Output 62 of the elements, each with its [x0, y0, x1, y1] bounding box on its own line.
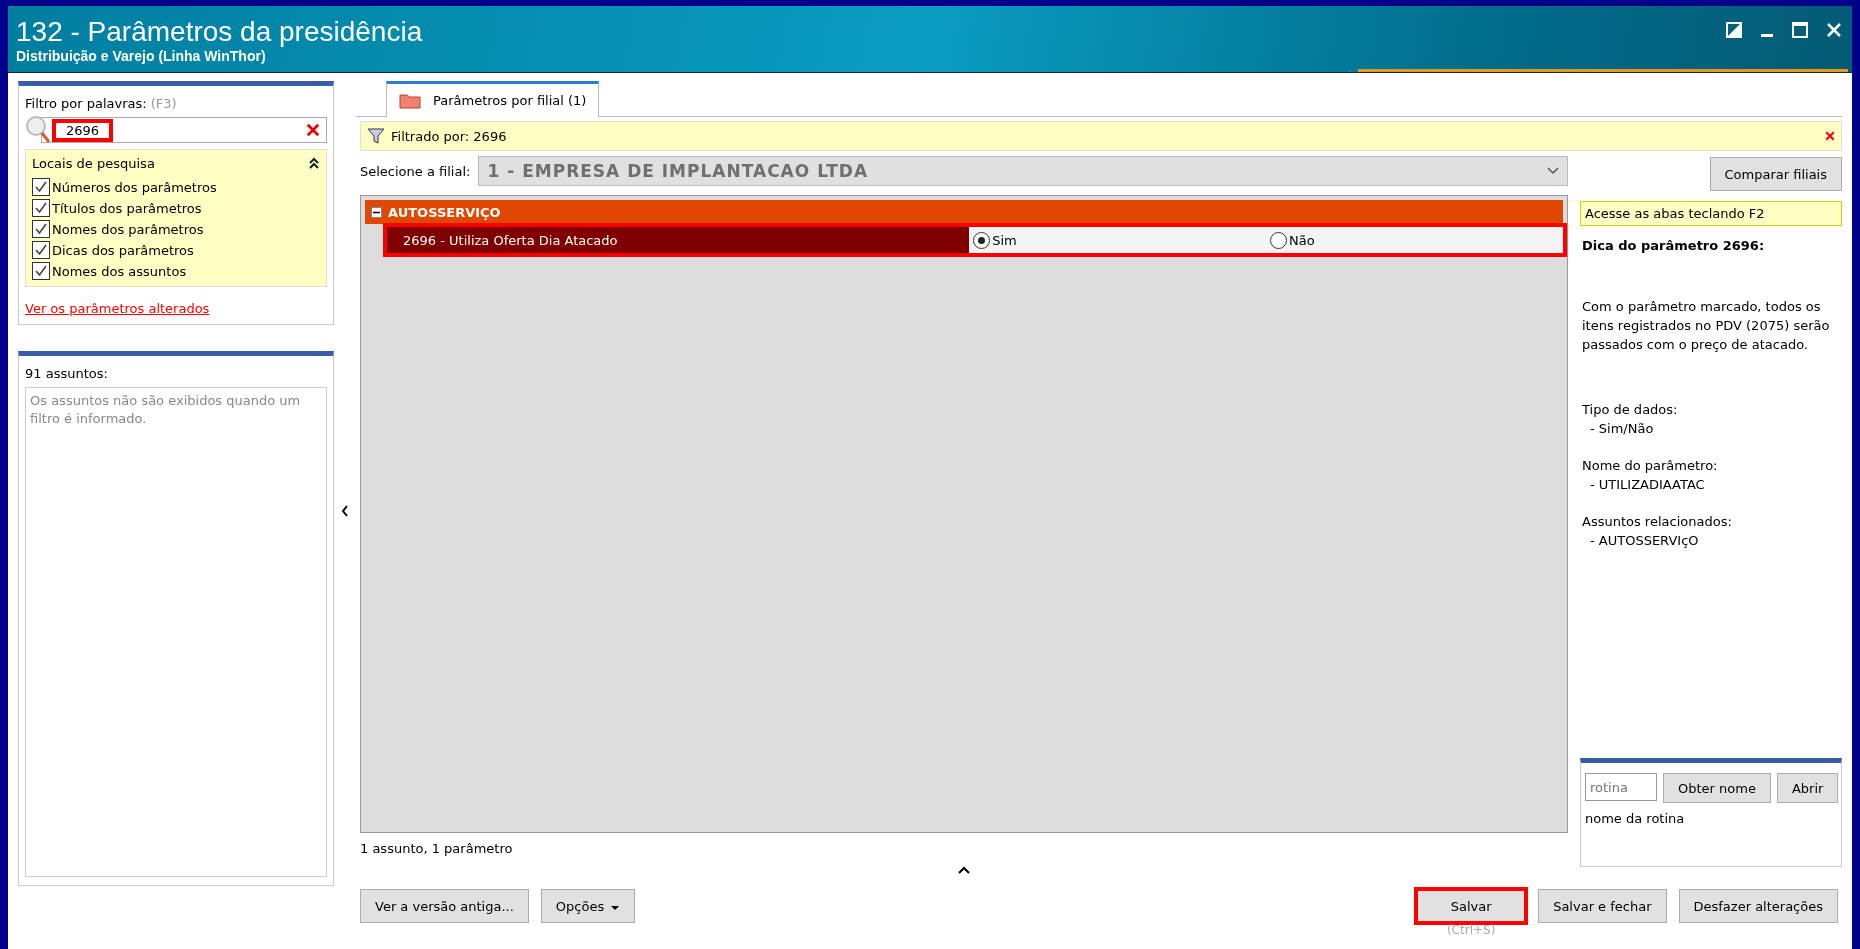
clear-icon[interactable]	[1825, 131, 1835, 141]
checkbox[interactable]	[32, 199, 50, 217]
footer-button[interactable]: Salvar e fechar	[1538, 889, 1667, 923]
routine-button[interactable]: Abrir	[1776, 773, 1839, 803]
search-locations-title: Locais de pesquisa	[32, 156, 155, 171]
filter-field[interactable]: 2696	[41, 117, 327, 143]
radio-label: Não	[1289, 232, 1315, 248]
tab[interactable]: Parâmetros por filial (1)	[386, 81, 600, 117]
tip-banner: Acesse as abas teclando F2	[1580, 201, 1842, 226]
radio-button[interactable]	[1270, 231, 1288, 249]
status-text: 1 assunto, 1 parâmetro	[360, 839, 514, 858]
tip-text: Com o parâmetro marcado, todos os itens registrados no PDV (2075) serão passados com o preço de atacado.	[1582, 298, 1831, 354]
funnel-icon	[367, 127, 385, 145]
changed-parameters-link[interactable]: Ver os parâmetros alterados	[25, 301, 327, 316]
collapse-left-icon[interactable]	[341, 505, 349, 517]
folder-icon	[399, 92, 421, 109]
routine-button[interactable]: Obter nome	[1663, 773, 1771, 803]
checkbox-label: Nomes dos parâmetros	[52, 221, 204, 237]
chevron-down-icon	[1547, 167, 1559, 175]
tip-heading: Tipo de dados:	[1582, 401, 1679, 419]
routine-field[interactable]: rotina	[1585, 773, 1657, 801]
tip-title: Dica do parâmetro 2696:	[1582, 238, 1766, 253]
branch-label: Selecione a filial:	[360, 163, 471, 179]
subjects-count: 91 assuntos:	[25, 366, 109, 381]
caret-icon	[610, 904, 621, 911]
tip-value: - UTILIZADIAATAC	[1589, 476, 1706, 494]
window-title: 132 - Parâmetros da presidência	[16, 16, 423, 48]
search-icon	[25, 115, 51, 145]
shortcut-hint: (Ctrl+S)	[1446, 923, 1496, 937]
footer-button[interactable]: Salvar	[1416, 889, 1527, 923]
checkbox-label: Nomes dos assuntos	[52, 263, 187, 279]
checkbox-label: Títulos dos parâmetros	[52, 200, 202, 216]
options-button[interactable]: Opções	[540, 889, 636, 923]
radio-label: Sim	[992, 232, 1017, 248]
checkbox[interactable]	[32, 220, 50, 238]
tip-value: - AUTOSSERVIçO	[1589, 532, 1700, 550]
radio-button[interactable]	[973, 231, 991, 249]
parameter-name: 2696 - Utiliza Oferta Dia Atacado	[387, 227, 970, 253]
old-version-button[interactable]: Ver a versão antiga...	[360, 889, 529, 923]
window-subtitle: Distribuição e Varejo (Linha WinThor)	[16, 48, 267, 64]
footer-button[interactable]: Desfazer alterações	[1678, 889, 1838, 923]
collapse-icon[interactable]	[308, 156, 320, 170]
group-header[interactable]: AUTOSSERVIÇO	[365, 200, 1563, 224]
checkbox[interactable]	[32, 262, 50, 280]
compare-branches-button[interactable]: Comparar filiais	[1709, 157, 1842, 191]
clear-icon[interactable]	[306, 123, 320, 137]
checkbox[interactable]	[32, 178, 50, 196]
checkbox[interactable]	[32, 241, 50, 259]
filter-bar-text: Filtrado por: 2696	[391, 128, 507, 144]
theme-icon[interactable]	[1726, 22, 1742, 38]
collapse-icon[interactable]	[371, 206, 382, 218]
checkbox-label: Números dos parâmetros	[52, 179, 217, 195]
close-icon[interactable]	[1826, 22, 1842, 38]
routine-caption: nome da rotina	[1585, 811, 1686, 826]
filter-label: Filtro por palavras: (F3)	[25, 96, 178, 111]
tip-heading: Nome do parâmetro:	[1582, 457, 1719, 475]
collapse-up-icon[interactable]	[958, 866, 970, 874]
tip-heading: Assuntos relacionados:	[1582, 513, 1733, 531]
subjects-note: Os assuntos não são exibidos quando um filtro é informado.	[25, 387, 327, 877]
checkbox-label: Dicas dos parâmetros	[52, 242, 194, 258]
maximize-icon[interactable]	[1792, 22, 1808, 38]
tip-value: - Sim/Não	[1589, 420, 1655, 438]
